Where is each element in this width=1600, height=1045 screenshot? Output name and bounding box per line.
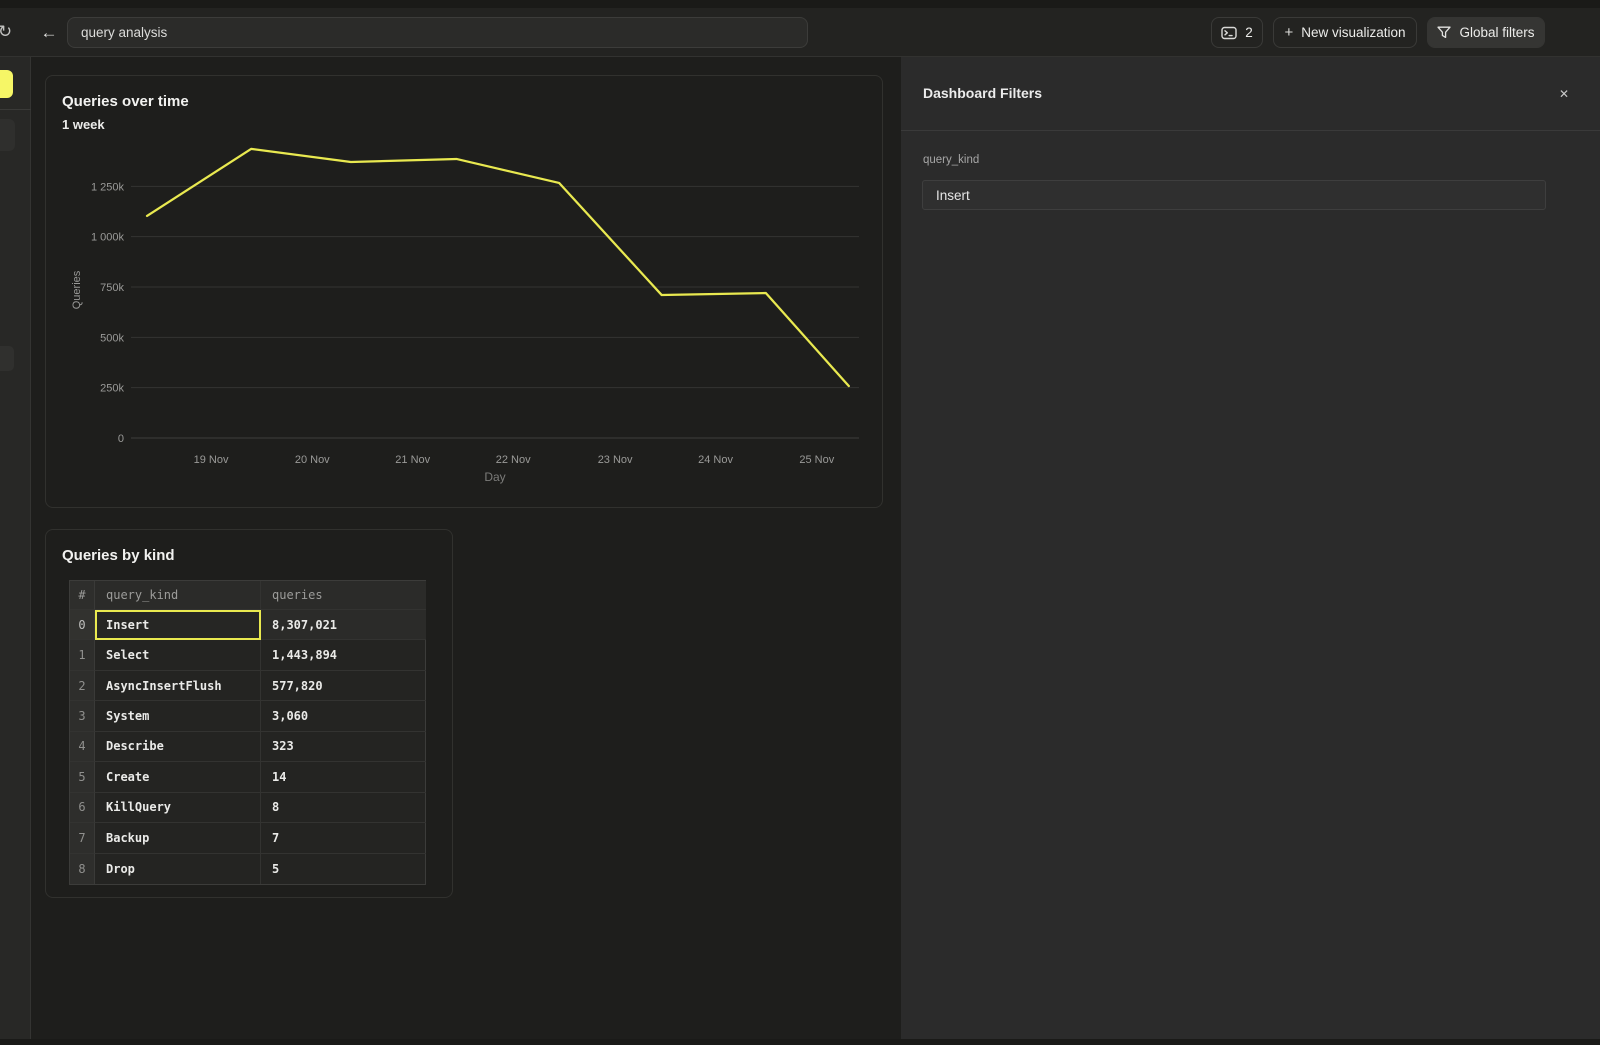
sidebar-item-3[interactable] (0, 346, 14, 371)
row-index-cell: 0 (70, 610, 95, 640)
table-row: 8 Drop 5 (70, 854, 425, 884)
window-bottom-edge (0, 1039, 1600, 1045)
x-tick-label: 21 Nov (395, 454, 430, 466)
queries-value-cell[interactable]: 323 (261, 732, 426, 762)
row-index-cell: 4 (70, 732, 95, 762)
row-index-cell: 8 (70, 854, 95, 884)
global-filters-label: Global filters (1459, 25, 1534, 40)
queries-line-chart[interactable]: 0 250k 500k 750k 1 000k 1 250k 19 Nov 20 Nov 21 … (46, 76, 882, 507)
query-kind-cell[interactable]: Describe (95, 732, 261, 762)
window-top-edge (0, 0, 1600, 8)
queries-value-cell[interactable]: 8,307,021 (261, 610, 426, 640)
x-tick-label: 22 Nov (496, 454, 531, 466)
table-header-row: #query_kindqueries (70, 581, 425, 610)
table-row: 5 Create 14 (70, 762, 425, 792)
query-kind-cell[interactable]: AsyncInsertFlush (95, 671, 261, 701)
series-line-queries (147, 149, 849, 386)
queries-over-time-card: Queries over time 1 week 0250k500k750k1 … (45, 75, 883, 508)
filters-panel-title: Dashboard Filters (923, 85, 1042, 101)
table-row: 2 AsyncInsertFlush 577,820 (70, 671, 425, 701)
query-kind-cell[interactable]: System (95, 701, 261, 731)
table-row: 3 System 3,060 (70, 701, 425, 731)
back-button[interactable]: ← (36, 19, 62, 45)
column-header-queries[interactable]: queries (261, 581, 426, 610)
queries-value-cell[interactable]: 8 (261, 793, 426, 823)
queries-value-cell[interactable]: 3,060 (261, 701, 426, 731)
x-tick-label: 25 Nov (799, 454, 834, 466)
close-icon[interactable]: ✕ (1553, 83, 1575, 105)
sidebar-divider (0, 109, 31, 110)
y-tick-label: 0 (118, 433, 124, 445)
query-kind-cell[interactable]: Drop (95, 854, 261, 884)
table-body: 0 Insert 8,307,021 1 Select 1,443,894 2 … (70, 610, 425, 884)
console-icon (1221, 26, 1237, 40)
funnel-icon (1437, 26, 1451, 39)
dashboard-filters-panel: Dashboard Filters ✕ query_kind (901, 57, 1600, 1039)
x-tick-label: 23 Nov (598, 454, 633, 466)
console-tab-count: 2 (1245, 25, 1253, 40)
table-row: 4 Describe 323 (70, 732, 425, 762)
queries-value-cell[interactable]: 5 (261, 854, 426, 884)
query-kind-filter-input[interactable] (922, 180, 1546, 210)
table-row: 0 Insert 8,307,021 (70, 610, 425, 640)
y-axis-label: Queries (71, 270, 83, 309)
column-header-index[interactable]: # (70, 581, 95, 610)
row-index-cell: 3 (70, 701, 95, 731)
panel-divider (901, 130, 1600, 131)
row-index-cell: 5 (70, 762, 95, 792)
sidebar-item-active[interactable] (0, 70, 13, 98)
y-tick-label: 500k (100, 332, 124, 344)
x-tick-label: 24 Nov (698, 454, 733, 466)
queries-by-kind-table: #query_kindqueries 0 Insert 8,307,021 1 … (69, 580, 426, 885)
row-index-cell: 1 (70, 640, 95, 670)
topbar: ↻ ← 2 + New visualization Global filters (0, 8, 1600, 57)
row-index-cell: 2 (70, 671, 95, 701)
y-tick-label: 1 000k (91, 232, 125, 244)
new-visualization-button[interactable]: + New visualization (1273, 17, 1417, 48)
column-header-query_kind[interactable]: query_kind (95, 581, 261, 610)
plus-icon: + (1284, 24, 1293, 41)
query-kind-cell[interactable]: Insert (95, 610, 261, 640)
console-tab-count-button[interactable]: 2 (1211, 17, 1263, 48)
table-title: Queries by kind (62, 547, 175, 564)
x-tick-label: 20 Nov (295, 454, 330, 466)
query-kind-cell[interactable]: Select (95, 640, 261, 670)
y-tick-label: 1 250k (91, 181, 125, 193)
x-axis-label: Day (484, 470, 505, 484)
refresh-icon[interactable]: ↻ (0, 19, 18, 45)
dashboard-title-input[interactable] (67, 17, 808, 48)
queries-value-cell[interactable]: 14 (261, 762, 426, 792)
table-row: 7 Backup 7 (70, 823, 425, 853)
table-row: 6 KillQuery 8 (70, 793, 425, 823)
query-kind-cell[interactable]: Backup (95, 823, 261, 853)
new-visualization-label: New visualization (1301, 25, 1405, 40)
queries-value-cell[interactable]: 1,443,894 (261, 640, 426, 670)
global-filters-button[interactable]: Global filters (1427, 17, 1545, 48)
query-kind-cell[interactable]: Create (95, 762, 261, 792)
queries-by-kind-card: Queries by kind #query_kindqueries 0 Ins… (45, 529, 453, 898)
row-index-cell: 7 (70, 823, 95, 853)
y-tick-label: 250k (100, 383, 124, 395)
left-sidebar (0, 57, 31, 1039)
queries-value-cell[interactable]: 7 (261, 823, 426, 853)
table-row: 1 Select 1,443,894 (70, 640, 425, 670)
query-kind-cell[interactable]: KillQuery (95, 793, 261, 823)
y-tick-label: 750k (100, 282, 124, 294)
queries-value-cell[interactable]: 577,820 (261, 671, 426, 701)
filter-field-label: query_kind (923, 154, 979, 166)
row-index-cell: 6 (70, 793, 95, 823)
x-tick-label: 19 Nov (194, 454, 229, 466)
sidebar-item-2[interactable] (0, 119, 15, 151)
